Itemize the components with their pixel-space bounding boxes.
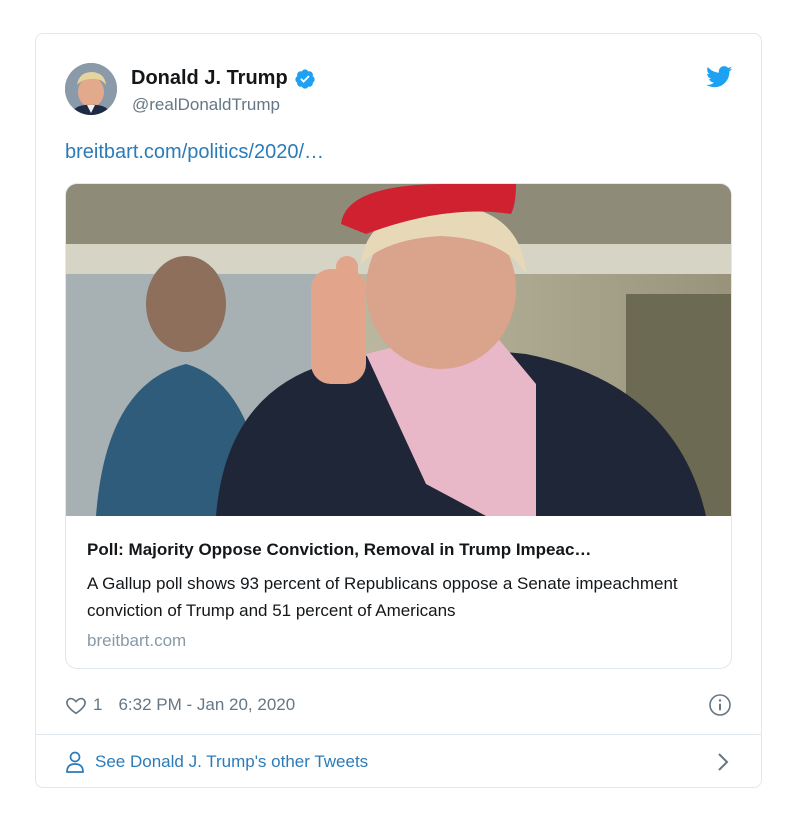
avatar[interactable] bbox=[65, 63, 117, 115]
link-preview-image[interactable] bbox=[66, 184, 732, 516]
tweet-timestamp[interactable]: 6:32 PM - Jan 20, 2020 bbox=[118, 695, 295, 715]
twitter-bird-icon[interactable] bbox=[706, 66, 733, 88]
link-title[interactable]: Poll: Majority Oppose Conviction, Remova… bbox=[87, 540, 712, 560]
chevron-right-icon[interactable] bbox=[716, 752, 730, 772]
see-other-tweets-label[interactable]: See Donald J. Trump's other Tweets bbox=[95, 752, 368, 772]
info-icon[interactable] bbox=[708, 693, 732, 717]
link-preview-card[interactable]: Poll: Majority Oppose Conviction, Remova… bbox=[65, 183, 732, 669]
tweet-meta-row: 1 6:32 PM - Jan 20, 2020 bbox=[65, 692, 732, 718]
tweet-embed-card: Donald J. Trump @realDonaldTrump breitba… bbox=[35, 33, 762, 788]
author-handle[interactable]: @realDonaldTrump bbox=[132, 95, 280, 115]
author-name[interactable]: Donald J. Trump bbox=[131, 67, 316, 90]
tweet-text: breitbart.com/politics/2020/… bbox=[65, 141, 324, 164]
see-other-tweets-link[interactable]: See Donald J. Trump's other Tweets bbox=[65, 734, 732, 789]
verified-badge-icon bbox=[295, 68, 315, 89]
tweet-link[interactable]: breitbart.com/politics/2020/… bbox=[65, 141, 324, 163]
person-icon bbox=[66, 751, 84, 773]
author-name-text[interactable]: Donald J. Trump bbox=[131, 67, 288, 90]
link-domain: breitbart.com bbox=[87, 631, 187, 650]
like-count[interactable]: 1 bbox=[93, 695, 102, 715]
heart-icon[interactable] bbox=[65, 694, 87, 716]
link-description: A Gallup poll shows 93 percent of Republ… bbox=[87, 574, 678, 620]
